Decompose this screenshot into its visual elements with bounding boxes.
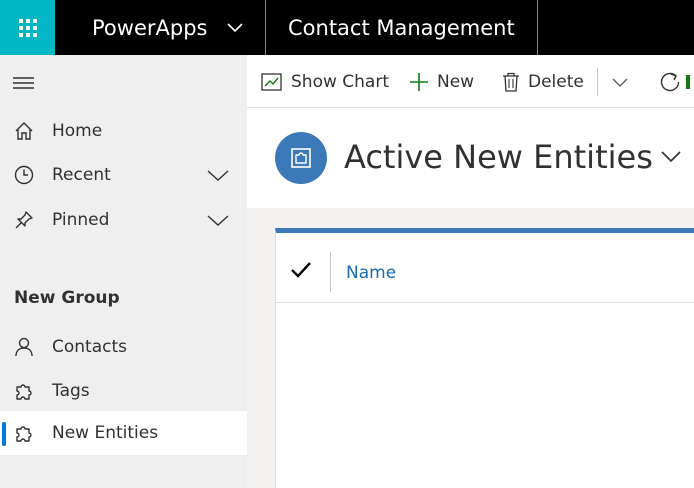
puzzle-icon: [291, 148, 311, 168]
sidebar: Home Recent Pinned New Group Contacts Ta…: [0, 55, 247, 488]
sidebar-item-pinned[interactable]: Pinned: [0, 198, 247, 242]
refresh-button[interactable]: [659, 55, 690, 108]
more-commands-dropdown[interactable]: [611, 55, 629, 108]
sidebar-item-new-entities[interactable]: New Entities: [0, 411, 247, 455]
group-title: New Group: [14, 288, 120, 308]
command-bar: Show Chart New Delete: [247, 55, 694, 108]
sidebar-item-recent[interactable]: Recent: [0, 153, 247, 197]
sidebar-item-label: Contacts: [52, 337, 127, 357]
page-title: Active New Entities: [344, 138, 653, 176]
sidebar-item-tags[interactable]: Tags: [0, 369, 247, 413]
delete-label: Delete: [528, 71, 584, 92]
chevron-down-icon: [612, 78, 628, 87]
sidebar-item-label: Home: [52, 121, 103, 141]
show-chart-button[interactable]: Show Chart: [261, 55, 389, 108]
hamburger-menu-icon[interactable]: [13, 75, 35, 91]
puzzle-icon: [13, 422, 35, 444]
chart-icon: [261, 72, 283, 92]
chevron-down-icon[interactable]: [660, 149, 682, 163]
sidebar-item-label: New Entities: [52, 423, 159, 443]
select-all-checkmark-icon[interactable]: [290, 261, 312, 279]
sidebar-item-label: Tags: [52, 381, 90, 401]
pin-icon: [13, 209, 35, 231]
new-button[interactable]: New: [409, 55, 474, 108]
plus-icon: [409, 72, 429, 92]
grid-header-row: Name: [276, 233, 694, 303]
sidebar-item-label: Pinned: [52, 210, 110, 230]
new-label: New: [437, 71, 475, 92]
column-divider: [330, 252, 331, 292]
sidebar-item-home[interactable]: Home: [0, 109, 247, 153]
refresh-icon: [660, 72, 680, 91]
entity-avatar: [275, 132, 327, 184]
column-header-name[interactable]: Name: [346, 263, 396, 283]
top-bar: PowerApps Contact Management: [0, 0, 694, 55]
app-title: Contact Management: [288, 15, 515, 40]
sidebar-item-contacts[interactable]: Contacts: [0, 325, 247, 369]
chevron-down-icon[interactable]: [226, 20, 244, 34]
waffle-icon: [18, 18, 37, 37]
data-grid: Name: [275, 228, 694, 488]
chevron-down-icon[interactable]: [207, 213, 229, 227]
person-icon: [13, 336, 35, 358]
app-launcher-button[interactable]: [0, 0, 55, 55]
home-icon: [13, 120, 35, 142]
chevron-down-icon[interactable]: [207, 168, 229, 182]
selection-indicator: [2, 422, 6, 446]
trash-icon: [502, 72, 520, 92]
puzzle-icon: [13, 380, 35, 402]
refresh-indicator: [686, 74, 690, 89]
sidebar-item-label: Recent: [52, 165, 111, 185]
clock-icon: [13, 164, 35, 186]
divider: [537, 0, 538, 55]
delete-button[interactable]: Delete: [502, 55, 584, 108]
divider: [597, 68, 598, 96]
show-chart-label: Show Chart: [291, 71, 389, 92]
